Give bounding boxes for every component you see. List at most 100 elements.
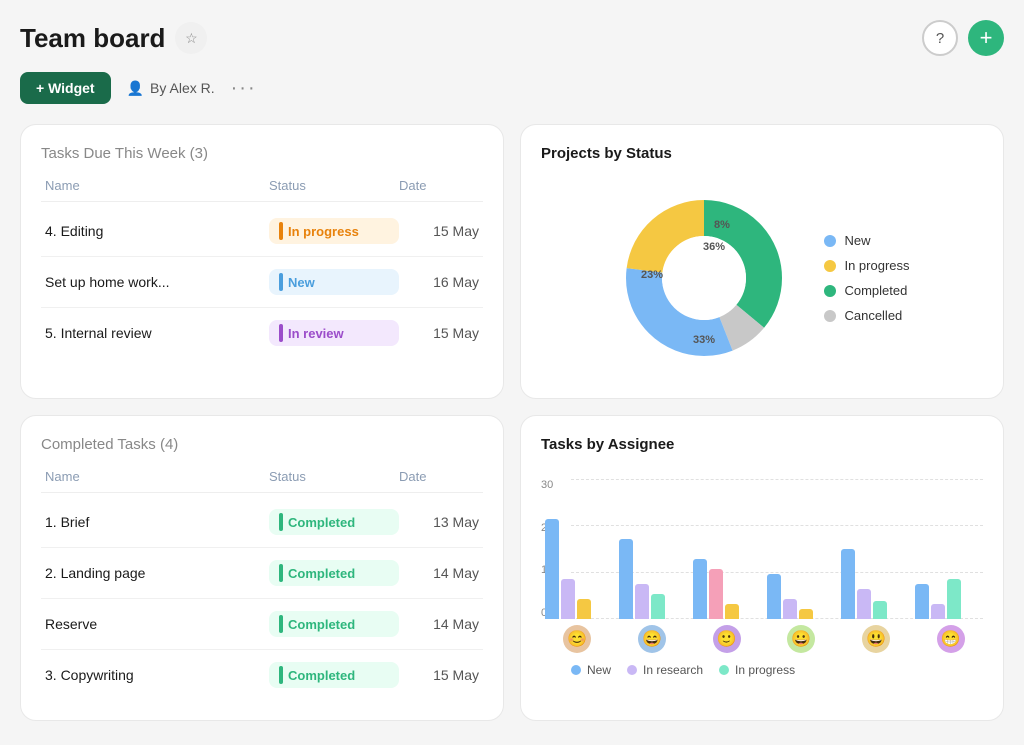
row-date: 14 May bbox=[399, 616, 479, 632]
legend-dot-completed bbox=[824, 285, 836, 297]
dashboard: Tasks Due This Week (3) Name Status Date… bbox=[20, 124, 1004, 721]
donut-chart-area: 36% 23% 33% 8% New In progress Complete bbox=[541, 178, 983, 378]
bar bbox=[577, 599, 591, 619]
donut-svg: 36% 23% 33% 8% bbox=[614, 188, 794, 368]
toolbar: + Widget 👤 By Alex R. ··· bbox=[20, 72, 1004, 104]
avatar: 😃 bbox=[844, 625, 909, 653]
bar bbox=[709, 569, 723, 619]
bar-group bbox=[841, 549, 905, 619]
bar-legend-item: In research bbox=[627, 663, 703, 677]
donut-chart: 36% 23% 33% 8% bbox=[614, 188, 794, 368]
row-date: 15 May bbox=[399, 667, 479, 683]
completed-col-status: Status bbox=[269, 469, 399, 484]
tasks-due-card: Tasks Due This Week (3) Name Status Date… bbox=[20, 124, 504, 399]
bar bbox=[561, 579, 575, 619]
add-button[interactable]: + bbox=[968, 20, 1004, 56]
status-label: Completed bbox=[288, 515, 355, 530]
tasks-by-assignee-card: Tasks by Assignee 30 20 10 0 bbox=[520, 415, 1004, 721]
tasks-due-title: Tasks Due This Week (3) bbox=[41, 145, 483, 162]
bar-legend-dot bbox=[627, 665, 637, 675]
row-task-name: 5. Internal review bbox=[45, 325, 269, 341]
donut-legend: New In progress Completed Cancelled bbox=[824, 233, 909, 323]
avatar: 😁 bbox=[918, 625, 983, 653]
completed-rows: 1. Brief Completed 13 May 2. Landing pag… bbox=[41, 497, 483, 700]
table-row: 1. Brief Completed 13 May bbox=[41, 497, 483, 548]
legend-label-cancelled: Cancelled bbox=[844, 308, 902, 323]
bar bbox=[947, 579, 961, 619]
projects-title: Projects by Status bbox=[541, 145, 983, 162]
bar-group bbox=[915, 579, 979, 619]
tasks-due-header: Name Status Date bbox=[41, 178, 483, 202]
completed-tasks-header: Name Status Date bbox=[41, 469, 483, 493]
page-title: Team board bbox=[20, 23, 165, 54]
header-right: ? + bbox=[922, 20, 1004, 56]
bar-legend-item: New bbox=[571, 663, 611, 677]
completed-tasks-title: Completed Tasks (4) bbox=[41, 436, 483, 453]
page-header: Team board ☆ ? + bbox=[20, 20, 1004, 56]
help-button[interactable]: ? bbox=[922, 20, 958, 56]
bar-legend-dot bbox=[719, 665, 729, 675]
user-name: By Alex R. bbox=[150, 80, 215, 96]
legend-inprogress: In progress bbox=[824, 258, 909, 273]
status-dot bbox=[279, 222, 283, 240]
status-badge: In review bbox=[269, 320, 399, 346]
status-badge: New bbox=[269, 269, 399, 295]
pct-label-new: 33% bbox=[693, 334, 715, 346]
bar bbox=[841, 549, 855, 619]
row-date: 15 May bbox=[399, 325, 479, 341]
row-task-name: 1. Brief bbox=[45, 514, 269, 530]
completed-col-name: Name bbox=[45, 469, 269, 484]
status-label: Completed bbox=[288, 617, 355, 632]
avatar: 😄 bbox=[620, 625, 685, 653]
bar bbox=[651, 594, 665, 619]
add-widget-button[interactable]: + Widget bbox=[20, 72, 111, 104]
status-label: In progress bbox=[288, 224, 359, 239]
avatar-image: 😄 bbox=[638, 625, 666, 653]
legend-completed: Completed bbox=[824, 283, 909, 298]
bar bbox=[635, 584, 649, 619]
avatar-image: 😃 bbox=[862, 625, 890, 653]
table-row: 2. Landing page Completed 14 May bbox=[41, 548, 483, 599]
table-row: 4. Editing In progress 15 May bbox=[41, 206, 483, 257]
table-row: 5. Internal review In review 15 May bbox=[41, 308, 483, 358]
row-date: 13 May bbox=[399, 514, 479, 530]
bar bbox=[799, 609, 813, 619]
by-user: 👤 By Alex R. bbox=[127, 80, 215, 97]
bar-legend-label: In progress bbox=[735, 663, 795, 677]
pct-label-cancelled: 8% bbox=[715, 219, 731, 231]
table-row: Set up home work... New 16 May bbox=[41, 257, 483, 308]
bar-legend-item: In progress bbox=[719, 663, 795, 677]
projects-by-status-card: Projects by Status 36% 23% bbox=[520, 124, 1004, 399]
avatar: 🙂 bbox=[694, 625, 759, 653]
avatar-image: 🙂 bbox=[713, 625, 741, 653]
status-badge: Completed bbox=[269, 560, 399, 586]
bar-group bbox=[619, 539, 683, 619]
bar-group bbox=[545, 519, 609, 619]
avatar: 😊 bbox=[545, 625, 610, 653]
row-task-name: Set up home work... bbox=[45, 274, 269, 290]
bar bbox=[873, 601, 887, 619]
row-task-name: 2. Landing page bbox=[45, 565, 269, 581]
row-task-name: Reserve bbox=[45, 616, 269, 632]
avatar-image: 😊 bbox=[563, 625, 591, 653]
pin-icon[interactable]: ☆ bbox=[175, 22, 207, 54]
bar-chart-area: 30 20 10 0 😊😄🙂😀😃😁 New bbox=[541, 469, 983, 677]
bar bbox=[725, 604, 739, 619]
more-options-button[interactable]: ··· bbox=[231, 77, 257, 100]
tasks-due-rows: 4. Editing In progress 15 May Set up hom… bbox=[41, 206, 483, 358]
legend-label-inprogress: In progress bbox=[844, 258, 909, 273]
bar bbox=[767, 574, 781, 619]
bar bbox=[931, 604, 945, 619]
bar bbox=[545, 519, 559, 619]
bar-group bbox=[767, 574, 831, 619]
bar bbox=[693, 559, 707, 619]
col-name-label: Name bbox=[45, 178, 269, 193]
status-label: Completed bbox=[288, 566, 355, 581]
row-date: 15 May bbox=[399, 223, 479, 239]
status-label: New bbox=[288, 275, 315, 290]
bar bbox=[857, 589, 871, 619]
legend-dot-new bbox=[824, 235, 836, 247]
status-dot bbox=[279, 273, 283, 291]
bar-legend: New In research In progress bbox=[541, 663, 983, 677]
status-dot bbox=[279, 666, 283, 684]
